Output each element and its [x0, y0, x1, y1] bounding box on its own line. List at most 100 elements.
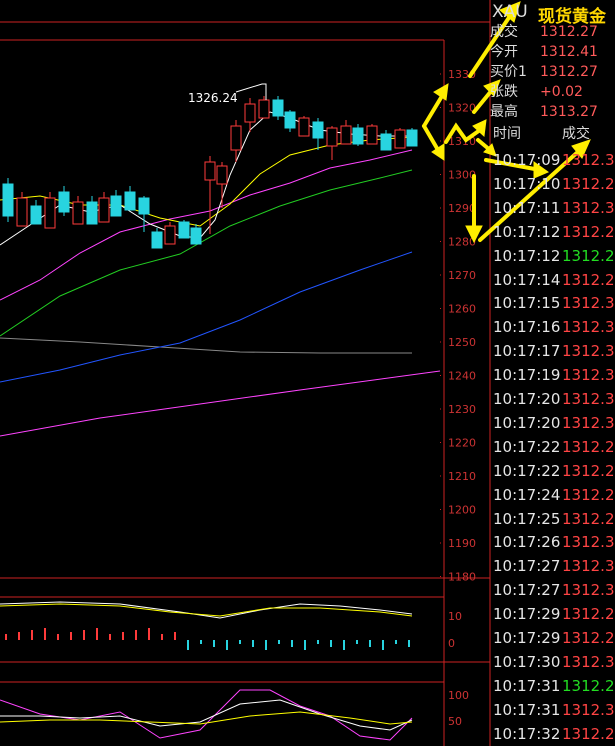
tick-row[interactable]: 10:17:091312.35 — [490, 148, 615, 172]
quote-field: 今开 1312.41 — [490, 42, 615, 62]
tick-price: 1312.30 — [562, 342, 615, 361]
tick-price: 1312.28 — [562, 509, 615, 528]
candle-body — [124, 191, 136, 211]
tick-price: 1312.32 — [562, 581, 615, 600]
quote-panel: XAU 现货黄金 成交 1312.27 今开 1312.41 买价1 1312.27 张跌 +… — [490, 0, 615, 746]
candle-body — [190, 227, 202, 245]
tick-time: 10:17:19 — [493, 366, 561, 385]
tick-price: 1312.29 — [562, 724, 615, 743]
candle-body — [312, 121, 324, 139]
high-price-label: 1326.24 — [188, 91, 238, 105]
candle-body — [58, 191, 70, 213]
price-tick-label: 1210 — [448, 470, 476, 483]
ma250-line — [0, 370, 441, 437]
tick-row[interactable]: 10:17:271312.31 — [490, 554, 615, 578]
candle-body — [352, 127, 364, 145]
tick-row[interactable]: 10:17:201312.30 — [490, 411, 615, 435]
high-price-annotation: 1326.24 — [188, 83, 267, 105]
ticks-column-header: 时间 成交 — [490, 122, 615, 146]
quote-field-label: 最高 — [490, 104, 518, 120]
kdj-panel: 100 50 — [0, 689, 469, 741]
tick-time: 10:17:31 — [493, 700, 561, 719]
tick-price: 1312.27 — [562, 222, 615, 241]
candle-body — [406, 129, 418, 147]
tick-price: 1312.29 — [562, 461, 615, 480]
tick-time: 10:17:26 — [493, 533, 561, 552]
tick-row[interactable]: 10:17:311312.30 — [490, 698, 615, 722]
tick-time: 10:17:29 — [493, 605, 561, 624]
macd-tick-label: 10 — [448, 610, 462, 623]
candle-body — [272, 99, 284, 117]
tick-row[interactable]: 10:17:101312.28 — [490, 172, 615, 196]
candle-body — [298, 117, 310, 137]
tick-price: 1312.25 — [562, 270, 615, 289]
candle-body — [394, 129, 406, 149]
tick-time: 10:17:22 — [493, 461, 561, 480]
tick-price: 1312.30 — [562, 700, 615, 719]
quote-field: 买价1 1312.27 — [490, 62, 615, 82]
tick-row[interactable]: 10:17:221312.29 — [490, 459, 615, 483]
tick-price: 1312.30 — [562, 533, 615, 552]
tick-row[interactable]: 10:17:271312.32 — [490, 578, 615, 602]
candle-body — [98, 197, 110, 223]
tick-row[interactable]: 10:17:261312.30 — [490, 530, 615, 554]
tick-time: 10:17:15 — [493, 294, 561, 313]
tick-row[interactable]: 10:17:241312.28 — [490, 483, 615, 507]
price-axis-ticks: 1330132013101300129012801270126012501240… — [448, 68, 476, 584]
tick-time: 10:17:32 — [493, 724, 561, 743]
candle-body — [340, 125, 352, 145]
price-tick-label: 1260 — [448, 303, 476, 316]
tick-row[interactable]: 10:17:291312.26 — [490, 602, 615, 626]
tick-time: 10:17:10 — [493, 174, 561, 193]
candle-body — [164, 225, 176, 245]
tick-price: 1312.30 — [562, 652, 615, 671]
candle-body — [30, 205, 42, 225]
tick-row[interactable]: 10:17:151312.34 — [490, 291, 615, 315]
tick-row[interactable]: 10:17:191312.32 — [490, 363, 615, 387]
tick-price: 1312.34 — [562, 294, 615, 313]
candle-body — [204, 161, 216, 181]
price-tick-label: 1180 — [448, 571, 476, 584]
tick-price: 1312.30 — [562, 413, 615, 432]
tick-row[interactable]: 10:17:291312.29 — [490, 626, 615, 650]
tick-time: 10:17:20 — [493, 390, 561, 408]
tick-price: 1312.30 — [562, 390, 615, 408]
tick-time: 10:17:17 — [493, 342, 561, 361]
tick-price: 1312.32 — [562, 366, 615, 385]
candle-body — [258, 99, 270, 119]
tick-row[interactable]: 10:17:121312.23 — [490, 244, 615, 268]
tick-price: 1312.31 — [562, 557, 615, 576]
tick-price: 1312.28 — [562, 174, 615, 193]
symbol-code: XAU — [492, 2, 528, 22]
tick-row[interactable]: 10:17:221312.28 — [490, 435, 615, 459]
tick-time: 10:17:24 — [493, 485, 561, 504]
tick-row[interactable]: 10:17:311312.24 — [490, 674, 615, 698]
kdj-tick-label: 100 — [448, 689, 469, 702]
tick-row[interactable]: 10:17:121312.27 — [490, 220, 615, 244]
tick-row[interactable]: 10:17:141312.25 — [490, 268, 615, 292]
macd-tick-label: 0 — [448, 637, 455, 650]
tick-time: 10:17:29 — [493, 629, 561, 647]
candle-body — [151, 231, 163, 249]
price-tick-label: 1270 — [448, 269, 476, 282]
ma120-line — [0, 337, 412, 354]
tick-row[interactable]: 10:17:161312.35 — [490, 315, 615, 339]
price-tick-label: 1230 — [448, 403, 476, 416]
tick-row[interactable]: 10:17:111312.35 — [490, 196, 615, 220]
tick-time: 10:17:30 — [493, 652, 561, 671]
tick-row[interactable]: 10:17:171312.30 — [490, 339, 615, 363]
tick-price: 1312.23 — [562, 246, 615, 265]
tick-row[interactable]: 10:17:321312.29 — [490, 722, 615, 746]
tick-row[interactable]: 10:17:301312.30 — [490, 650, 615, 674]
macd-panel: 10 0 — [0, 601, 462, 650]
tick-row[interactable]: 10:17:251312.28 — [490, 507, 615, 531]
candle-body — [230, 125, 242, 151]
candle-body — [366, 125, 378, 145]
candle-body — [178, 221, 190, 239]
price-tick-label: 1290 — [448, 202, 476, 215]
ma60-line — [0, 251, 413, 383]
tick-row[interactable]: 10:17:201312.30 — [490, 387, 615, 411]
candle-body — [216, 165, 228, 185]
quote-field-label: 买价1 — [490, 64, 527, 80]
candlesticks — [2, 96, 418, 249]
